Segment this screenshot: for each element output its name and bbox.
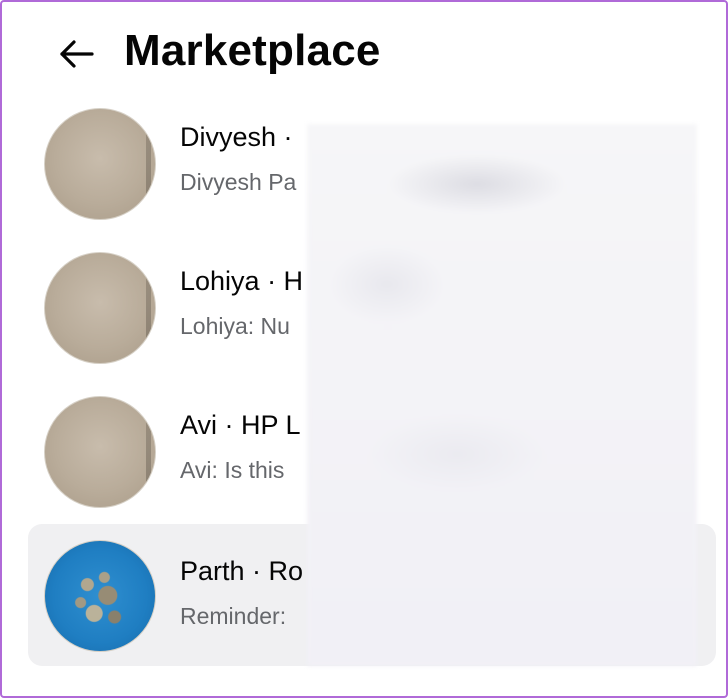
arrow-left-icon: [60, 40, 94, 68]
redaction-blur-overlay: [307, 124, 697, 666]
conversation-name: Parth · Ro: [180, 556, 304, 586]
avatar-photo: [67, 563, 135, 635]
conversation-name: Avi · HP L: [180, 410, 301, 440]
conversation-name: Lohiya · H: [180, 266, 304, 296]
app-window: Marketplace Divyesh · Divyesh Pa Lohiya …: [0, 0, 728, 698]
conversation-preview: Avi: Is this: [180, 457, 285, 483]
avatar: [44, 540, 156, 652]
conversation-preview: Reminder:: [180, 603, 287, 629]
conversation-preview: Lohiya: Nu: [180, 313, 290, 339]
avatar: [44, 108, 156, 220]
conversation-preview: Divyesh Pa: [180, 169, 297, 195]
back-button[interactable]: [52, 30, 100, 78]
avatar: [44, 396, 156, 508]
conversation-name: Divyesh ·: [180, 122, 293, 152]
avatar: [44, 252, 156, 364]
header: Marketplace: [2, 2, 726, 102]
page-title: Marketplace: [124, 26, 381, 75]
